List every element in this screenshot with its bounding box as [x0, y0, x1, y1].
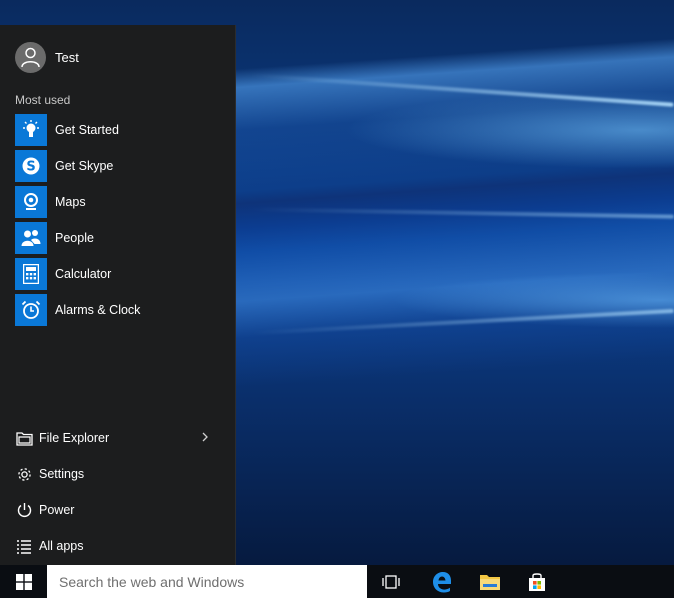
power-label: Power	[39, 503, 75, 517]
file-explorer-taskbar-button[interactable]	[467, 565, 513, 598]
start-menu-bottom: File Explorer Settings Power All apps	[15, 420, 220, 564]
power-item[interactable]: Power	[15, 492, 220, 528]
skype-icon: S	[22, 157, 40, 175]
file-explorer-label: File Explorer	[39, 431, 110, 445]
settings-label: Settings	[39, 467, 85, 481]
all-apps-label: All apps	[39, 539, 84, 553]
taskbar: Search the web and Windows	[0, 565, 674, 598]
start-menu: Test Most used Get Started S Get Skype M…	[0, 25, 236, 565]
app-label: People	[55, 231, 94, 245]
start-button[interactable]	[0, 565, 47, 598]
app-get-skype[interactable]: S Get Skype	[15, 150, 140, 182]
user-name: Test	[55, 50, 79, 65]
app-tile: S	[15, 150, 47, 182]
app-tile	[15, 222, 47, 254]
app-tile	[15, 114, 47, 146]
gear-icon	[15, 465, 33, 483]
windows-logo-icon	[15, 573, 32, 590]
user-icon	[21, 47, 40, 68]
all-apps-item[interactable]: All apps	[15, 528, 220, 564]
app-alarms-clock[interactable]: Alarms & Clock	[15, 294, 140, 326]
svg-text:S: S	[26, 160, 35, 175]
store-button[interactable]	[514, 565, 560, 598]
app-tile	[15, 258, 47, 290]
app-label: Calculator	[55, 267, 112, 281]
task-view-button[interactable]	[368, 565, 414, 598]
avatar	[15, 42, 46, 73]
file-explorer-icon	[15, 429, 33, 447]
most-used-heading: Most used	[15, 93, 71, 107]
list-icon	[15, 537, 33, 555]
app-label: Maps	[55, 195, 86, 209]
app-maps[interactable]: Maps	[15, 186, 140, 218]
calculator-icon	[23, 264, 39, 284]
store-icon	[529, 572, 545, 591]
task-view-icon	[382, 574, 400, 589]
folder-icon	[480, 574, 500, 590]
user-account[interactable]: Test	[15, 42, 79, 73]
map-pin-icon	[24, 193, 38, 210]
app-calculator[interactable]: Calculator	[15, 258, 140, 290]
search-placeholder: Search the web and Windows	[59, 573, 245, 590]
app-label: Alarms & Clock	[55, 303, 141, 317]
edge-icon	[433, 571, 451, 593]
edge-button[interactable]	[419, 565, 465, 598]
app-label: Get Skype	[55, 159, 114, 173]
app-get-started[interactable]: Get Started	[15, 114, 140, 146]
alarm-clock-icon	[21, 300, 41, 319]
power-icon	[15, 501, 33, 519]
settings-item[interactable]: Settings	[15, 456, 220, 492]
app-tile	[15, 186, 47, 218]
app-tile	[15, 294, 47, 326]
people-icon	[21, 230, 41, 246]
most-used-list: Get Started S Get Skype Maps People Calc…	[15, 114, 140, 330]
file-explorer-item[interactable]: File Explorer	[15, 420, 220, 456]
app-people[interactable]: People	[15, 222, 140, 254]
chevron-right-icon[interactable]	[202, 432, 208, 442]
lightbulb-icon	[23, 120, 39, 137]
app-label: Get Started	[55, 123, 119, 137]
search-box[interactable]: Search the web and Windows	[47, 565, 367, 598]
